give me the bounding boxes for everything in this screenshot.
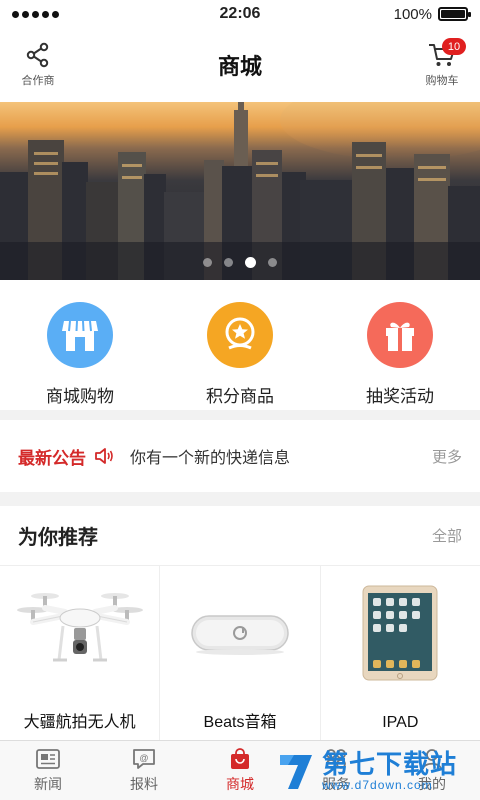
- tab-report[interactable]: @ 报料: [96, 741, 192, 800]
- announcement-bar[interactable]: 最新公告 你有一个新的快递信息 更多: [0, 420, 480, 492]
- partner-button[interactable]: 合作商: [16, 42, 60, 88]
- watermark-brand: 第七下载站: [322, 749, 458, 779]
- product-card[interactable]: 大疆航拍无人机: [0, 566, 161, 740]
- category-label: 积分商品: [206, 387, 274, 406]
- recommend-section: 为你推荐 全部 大疆航拍无人机 Beats音箱 IPAD: [0, 506, 480, 740]
- speaker-icon: [95, 448, 113, 464]
- watermark-logo-icon: [280, 755, 312, 789]
- battery-icon: [438, 7, 471, 21]
- partner-label: 合作商: [21, 75, 55, 87]
- city-skyline-image: [0, 102, 480, 280]
- recommend-header: 为你推荐 全部: [0, 506, 480, 566]
- svg-text:@: @: [139, 753, 148, 763]
- product-name: IPAD: [382, 714, 419, 731]
- product-card[interactable]: IPAD: [321, 566, 480, 740]
- recommend-all-link[interactable]: 全部: [432, 525, 462, 546]
- carousel-dot[interactable]: [203, 258, 212, 267]
- tab-news[interactable]: 新闻: [0, 741, 96, 800]
- page-title: 商城: [217, 54, 262, 79]
- tablet-image: [362, 585, 438, 681]
- category-label: 商城购物: [46, 387, 114, 406]
- watermark-url: www.d7down.com: [322, 778, 433, 792]
- shopping-bag-icon: [231, 748, 249, 769]
- drone-image: [16, 593, 143, 662]
- battery-status: 100%: [393, 5, 471, 23]
- product-card[interactable]: Beats音箱: [160, 566, 321, 740]
- nav-bar: 合作商 商城 购物车 10: [0, 28, 480, 102]
- recommend-title: 为你推荐: [18, 527, 98, 549]
- newspaper-icon: [36, 749, 60, 769]
- carousel-indicator[interactable]: [0, 257, 480, 268]
- tab-label: 商城: [226, 776, 254, 792]
- category-mall-shopping[interactable]: 商城购物: [0, 280, 160, 410]
- category-label: 抽奖活动: [366, 387, 434, 406]
- watermark-logo: 第七下载站 www.d7down.com: [274, 744, 474, 798]
- battery-percent: 100%: [393, 5, 432, 23]
- signal-strength-icon: [12, 10, 59, 18]
- announcement-text: 你有一个新的快递信息: [130, 450, 291, 467]
- cart-label: 购物车: [425, 75, 459, 87]
- category-lottery[interactable]: 抽奖活动: [320, 280, 480, 410]
- announcement-title: 最新公告: [18, 448, 86, 468]
- tab-label: 新闻: [34, 776, 62, 792]
- category-points-goods[interactable]: 积分商品: [160, 280, 320, 410]
- share-icon: [26, 42, 49, 68]
- product-list: 大疆航拍无人机 Beats音箱 IPAD: [0, 566, 480, 740]
- watermark-text: 第七下载站 www.d7down.com: [322, 750, 457, 792]
- status-bar: 22:06 100%: [0, 0, 480, 28]
- store-icon: [47, 302, 113, 368]
- product-name: Beats音箱: [203, 714, 277, 731]
- report-icon: @: [133, 749, 155, 769]
- speaker-product-image: [191, 615, 289, 655]
- tab-label: 报料: [130, 776, 158, 792]
- cart-count-badge: 10: [442, 38, 466, 55]
- carousel-dot[interactable]: [268, 258, 277, 267]
- gift-icon: [367, 302, 433, 368]
- announcement-more-link[interactable]: 更多: [432, 446, 462, 467]
- banner-carousel[interactable]: [0, 102, 480, 280]
- carousel-dot[interactable]: [224, 258, 233, 267]
- badge-icon: [207, 302, 273, 368]
- carousel-dot[interactable]: [245, 257, 256, 268]
- category-shortcuts: 商城购物 积分商品 抽奖活动: [0, 280, 480, 410]
- product-name: 大疆航拍无人机: [23, 714, 136, 731]
